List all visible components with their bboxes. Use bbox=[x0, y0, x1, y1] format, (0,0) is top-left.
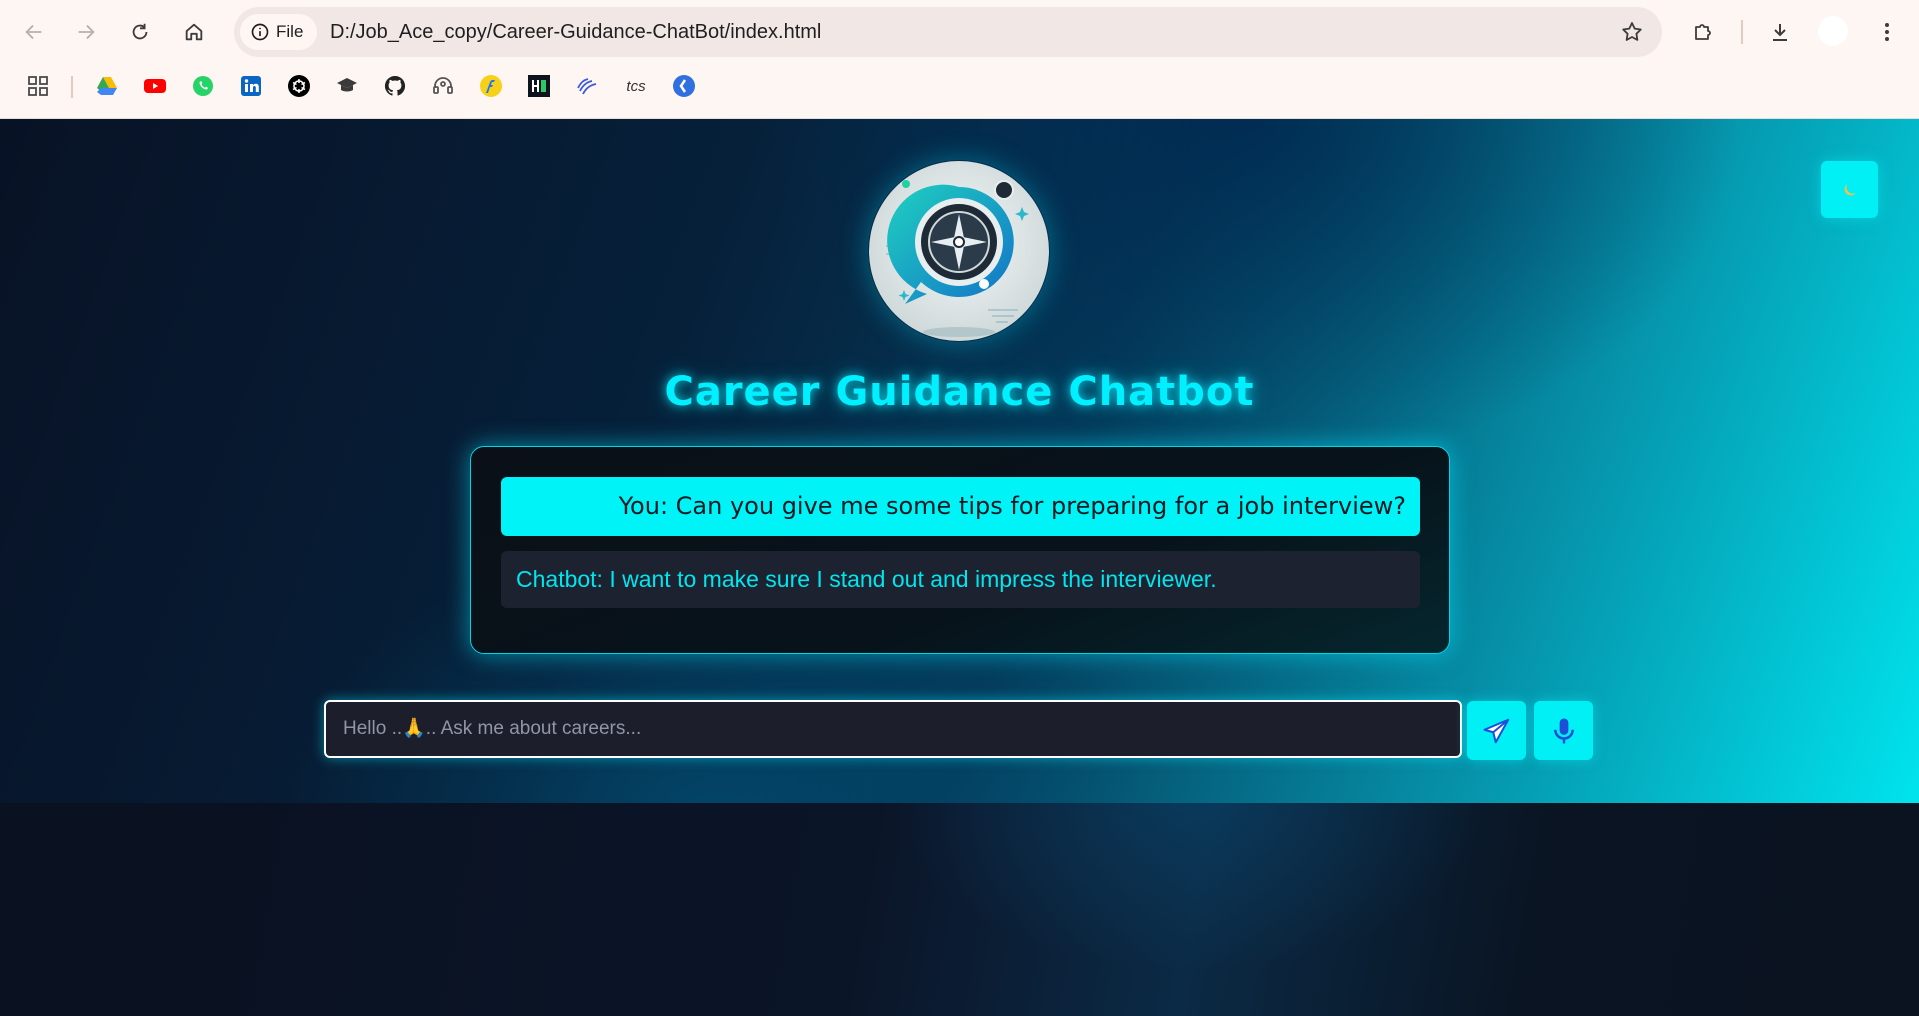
site-info-chip[interactable]: File bbox=[240, 14, 318, 50]
site-chip-label: File bbox=[276, 22, 304, 41]
whatsapp-icon[interactable] bbox=[189, 72, 217, 100]
download-icon bbox=[1773, 24, 1787, 41]
bookmark-star-button[interactable] bbox=[1616, 16, 1648, 48]
url-text[interactable]: D:/Job_Ace_copy/Career-Guidance-ChatBot/… bbox=[330, 7, 821, 57]
page-title: Career Guidance Chatbot bbox=[664, 369, 1255, 415]
back-button[interactable] bbox=[14, 12, 54, 52]
extensions-button[interactable] bbox=[1683, 12, 1723, 52]
downloads-button[interactable] bbox=[1760, 12, 1800, 52]
youtube-icon[interactable] bbox=[141, 72, 169, 100]
microphone-button[interactable] bbox=[1534, 701, 1593, 760]
tcs-icon[interactable]: tcs bbox=[621, 72, 651, 100]
arrow-left-icon bbox=[25, 24, 42, 40]
home-button[interactable] bbox=[174, 12, 214, 52]
moon-icon bbox=[1844, 183, 1856, 195]
chatbot-page: Career Guidance Chatbot You: Can you giv… bbox=[0, 119, 1919, 803]
github-icon[interactable] bbox=[381, 72, 409, 100]
more-vert-icon bbox=[1885, 23, 1889, 41]
message-input[interactable] bbox=[326, 702, 1460, 756]
hackerrank-icon[interactable] bbox=[525, 72, 553, 100]
reload-icon bbox=[132, 23, 148, 40]
address-bar[interactable]: File D:/Job_Ace_copy/Career-Guidance-Cha… bbox=[234, 7, 1662, 57]
reload-button[interactable] bbox=[120, 12, 160, 52]
arrow-right-icon bbox=[78, 24, 95, 40]
send-button[interactable] bbox=[1467, 701, 1526, 760]
profile-avatar[interactable] bbox=[1818, 16, 1848, 46]
openai-icon[interactable] bbox=[285, 72, 313, 100]
user-message: You: Can you give me some tips for prepa… bbox=[501, 477, 1420, 536]
tcs-label: tcs bbox=[626, 77, 646, 95]
flipkart-icon[interactable] bbox=[477, 72, 505, 100]
graduation-cap-icon[interactable] bbox=[333, 72, 361, 100]
bookmarks-bar: tcs bbox=[0, 66, 1919, 106]
headset-icon[interactable] bbox=[429, 72, 457, 100]
compass-logo-icon bbox=[869, 161, 1049, 341]
stripes-icon[interactable] bbox=[573, 72, 601, 100]
info-icon bbox=[251, 23, 269, 41]
apps-grid-icon[interactable] bbox=[24, 72, 52, 100]
microphone-icon bbox=[1553, 718, 1574, 743]
puzzle-icon bbox=[1695, 24, 1711, 40]
menu-button[interactable] bbox=[1867, 12, 1907, 52]
chat-window: You: Can you give me some tips for prepa… bbox=[470, 446, 1450, 654]
theme-toggle-button[interactable] bbox=[1821, 161, 1878, 218]
browser-toolbar: File D:/Job_Ace_copy/Career-Guidance-Cha… bbox=[0, 0, 1919, 119]
compass-logo bbox=[868, 160, 1050, 342]
google-drive-icon[interactable] bbox=[93, 72, 121, 100]
bookmarks-divider bbox=[71, 76, 73, 98]
bot-message: Chatbot: I want to make sure I stand out… bbox=[501, 551, 1420, 608]
toolbar-divider bbox=[1741, 20, 1743, 44]
send-icon bbox=[1483, 718, 1509, 743]
message-input-container bbox=[324, 700, 1462, 758]
blue-circle-icon[interactable] bbox=[670, 72, 698, 100]
home-icon bbox=[185, 23, 203, 41]
linkedin-icon[interactable] bbox=[237, 72, 265, 100]
page-background-lower bbox=[0, 803, 1919, 1016]
forward-button[interactable] bbox=[66, 12, 106, 52]
star-icon bbox=[1622, 22, 1642, 41]
